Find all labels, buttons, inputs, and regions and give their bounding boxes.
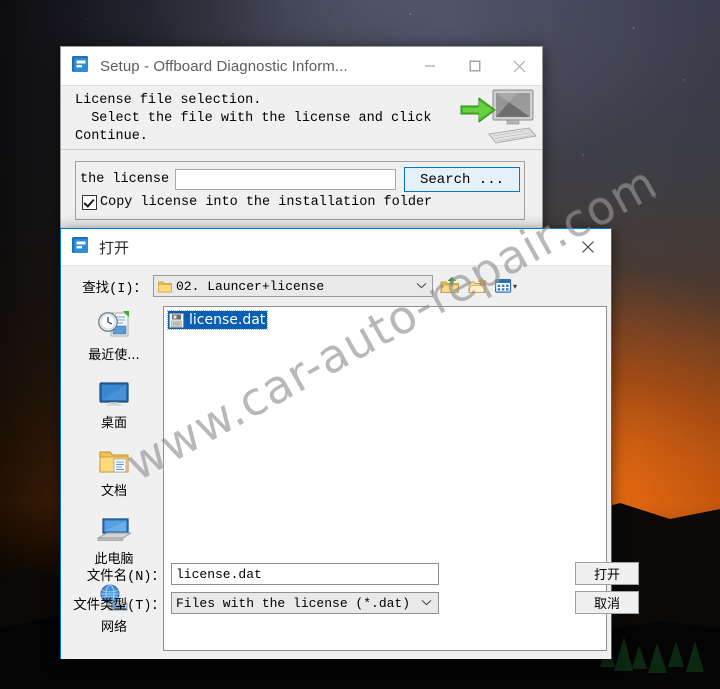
open-dialog-title: 打开 [99, 239, 130, 257]
setup-heading-line-3: Continue. [75, 129, 148, 144]
file-type-value: Files with the license (*.dat) [176, 595, 411, 611]
copy-license-label: Copy license into the installation folde… [100, 195, 433, 210]
file-list-item[interactable]: license.dat [166, 310, 269, 330]
copy-license-checkbox-row[interactable]: Copy license into the installation folde… [82, 195, 432, 210]
license-path-row: the license Search ... [80, 167, 520, 192]
license-path-input[interactable] [175, 169, 396, 190]
chevron-down-icon[interactable] [421, 597, 432, 609]
setup-divider [61, 149, 542, 150]
recent-items-icon [97, 310, 131, 342]
open-button[interactable]: 打开 [575, 562, 639, 585]
setup-window[interactable]: Setup - Offboard Diagnostic Inform... Li… [60, 46, 543, 230]
app-icon [72, 236, 90, 259]
look-in-label: 查找(I)： [82, 281, 147, 297]
folder-icon [158, 280, 172, 293]
open-dialog-body: 查找(I)： 02. Launcer+license ▾ 最近使... 桌面 文… [61, 266, 639, 659]
minimize-button[interactable] [407, 47, 452, 85]
app-icon [72, 55, 90, 78]
setup-window-body: License file selection. Select the file … [61, 85, 542, 229]
view-menu-icon[interactable]: ▾ [495, 275, 517, 297]
file-type-label: 文件类型(T)： [73, 598, 165, 614]
new-folder-icon[interactable] [467, 275, 489, 297]
desktop-screen: Setup - Offboard Diagnostic Inform... Li… [0, 0, 720, 689]
this-pc-icon [97, 514, 131, 546]
place-label: 网络 [100, 620, 127, 635]
look-in-combo[interactable]: 02. Launcer+license [153, 275, 433, 297]
chevron-down-icon[interactable]: ▾ [513, 282, 517, 291]
setup-window-controls [407, 47, 542, 85]
dat-file-icon [169, 312, 184, 328]
file-name-row: 文件名(N)： [61, 562, 439, 586]
file-name-input[interactable] [171, 563, 439, 585]
close-icon[interactable] [565, 229, 611, 265]
copy-license-checkbox[interactable] [82, 195, 97, 210]
close-button[interactable] [497, 47, 542, 85]
computer-import-icon [460, 89, 537, 144]
look-in-value: 02. Launcer+license [176, 278, 325, 294]
maximize-button[interactable] [452, 47, 497, 85]
file-type-row: 文件类型(T)： Files with the license (*.dat) [61, 591, 439, 615]
open-file-dialog[interactable]: 打开 查找(I)： 02. Launcer+license ▾ 最近使... 桌… [60, 228, 639, 659]
place-item-desktop[interactable]: 桌面 [69, 374, 159, 442]
look-in-row: 查找(I)： 02. Launcer+license ▾ [61, 272, 611, 300]
place-label: 最近使... [88, 348, 140, 363]
desktop-icon [97, 378, 131, 410]
setup-titlebar[interactable]: Setup - Offboard Diagnostic Inform... [61, 47, 542, 85]
license-field-label: the license [80, 172, 170, 187]
file-name-label: 文件名(N)： [86, 569, 165, 585]
file-list-item-label: license.dat [189, 312, 266, 328]
search-button[interactable]: Search ... [404, 167, 520, 192]
setup-heading-line-1: License file selection. [75, 93, 262, 108]
place-item-documents[interactable]: 文档 [69, 442, 159, 510]
documents-folder-icon [97, 446, 131, 478]
license-selection-group: the license Search ... Copy license into… [75, 161, 525, 220]
place-item-recent[interactable]: 最近使... [69, 306, 159, 374]
up-one-level-icon[interactable] [439, 275, 461, 297]
file-type-combo[interactable]: Files with the license (*.dat) [171, 592, 439, 614]
place-label: 文档 [100, 484, 127, 499]
cancel-button[interactable]: 取消 [575, 591, 639, 614]
open-dialog-titlebar[interactable]: 打开 [61, 229, 611, 266]
chevron-down-icon[interactable] [416, 280, 427, 292]
setup-heading-line-2: Select the file with the license and cli… [75, 111, 432, 126]
setup-window-title: Setup - Offboard Diagnostic Inform... [100, 57, 348, 75]
place-label: 桌面 [100, 416, 127, 431]
